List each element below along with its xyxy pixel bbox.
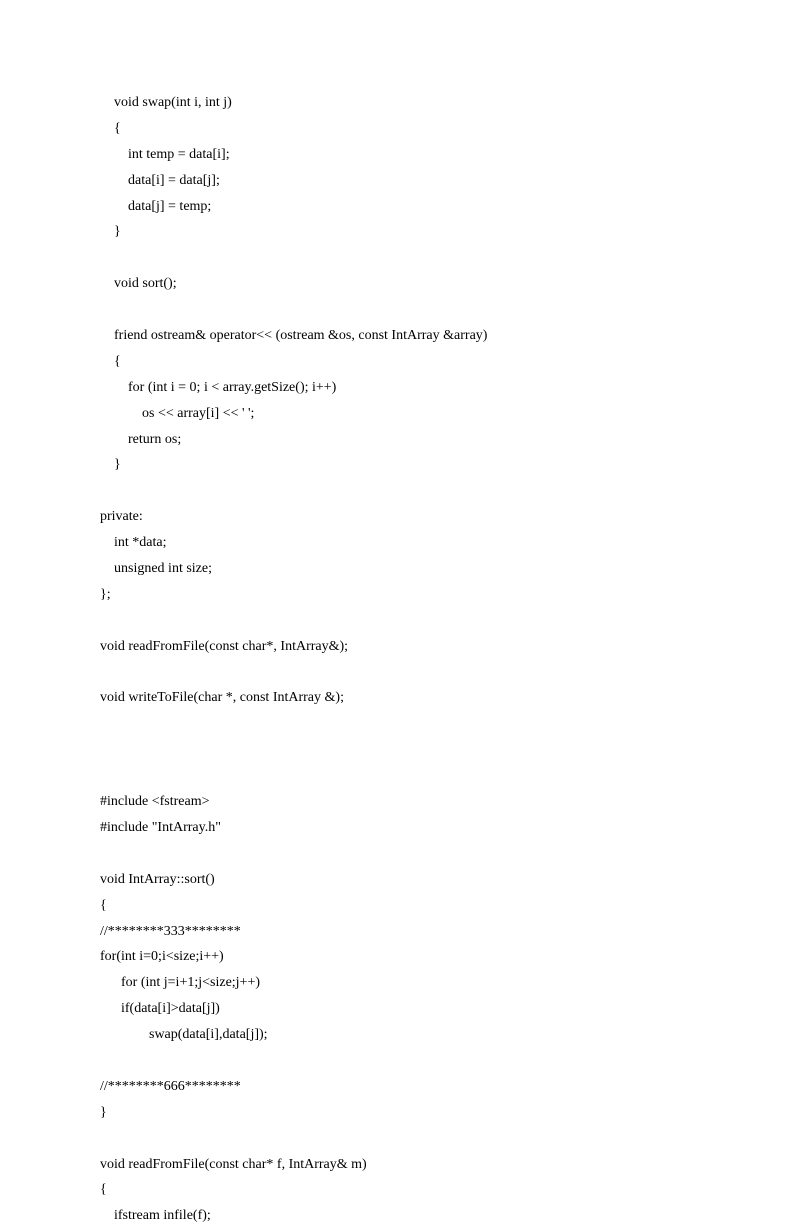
code-listing: void swap(int i, int j) { int temp = dat… xyxy=(100,90,693,1229)
